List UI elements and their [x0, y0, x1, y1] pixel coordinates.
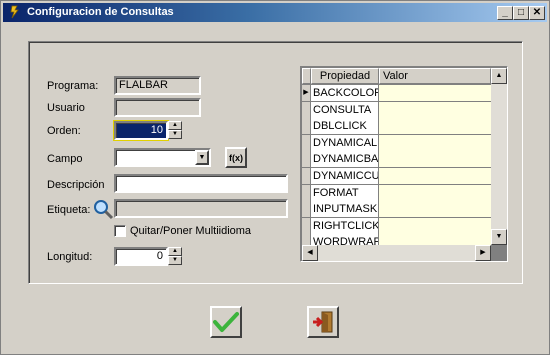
- etiqueta-label: Etiqueta:: [47, 204, 91, 216]
- row-selector[interactable]: [302, 184, 311, 202]
- property-value-cell[interactable]: [379, 118, 491, 136]
- grid-row[interactable]: DYNAMICBAC: [302, 151, 491, 169]
- property-value-cell[interactable]: [379, 168, 491, 185]
- property-value-cell[interactable]: [379, 85, 491, 102]
- exit-door-icon: [313, 311, 333, 333]
- property-value-cell[interactable]: [379, 134, 491, 152]
- magnifier-icon[interactable]: [92, 198, 114, 220]
- horizontal-scrollbar[interactable]: ◀ ▶: [302, 245, 491, 261]
- row-selector[interactable]: [302, 217, 311, 235]
- usuario-field: [114, 98, 201, 117]
- property-name-cell[interactable]: BACKCOLOR: [311, 85, 379, 102]
- maximize-button[interactable]: □: [513, 6, 529, 20]
- property-name-cell[interactable]: DBLCLICK: [311, 118, 379, 136]
- grid-row[interactable]: CONSULTA: [302, 101, 491, 119]
- grid-row[interactable]: ▶ BACKCOLOR: [302, 85, 491, 102]
- grid-row[interactable]: DYNAMICALIG: [302, 134, 491, 152]
- accept-button[interactable]: [210, 306, 242, 338]
- grid-row[interactable]: INPUTMASK: [302, 201, 491, 219]
- property-name-cell[interactable]: INPUTMASK: [311, 201, 379, 219]
- app-icon: [10, 5, 19, 19]
- column-header-valor[interactable]: Valor: [379, 68, 491, 84]
- formula-button[interactable]: f(x): [225, 147, 247, 168]
- property-value-cell[interactable]: [379, 201, 491, 219]
- multiidioma-checkbox[interactable]: [114, 225, 126, 237]
- window-title: Configuracion de Consultas: [27, 6, 174, 18]
- programa-label: Programa:: [47, 80, 99, 92]
- descripcion-label: Descripción: [47, 179, 105, 191]
- descripcion-field[interactable]: [114, 174, 288, 193]
- column-header-propiedad[interactable]: Propiedad: [311, 68, 379, 84]
- campo-label: Campo: [47, 153, 83, 165]
- scroll-left-icon[interactable]: ◀: [302, 245, 318, 261]
- grid-row[interactable]: FORMAT: [302, 184, 491, 202]
- orden-spinner[interactable]: ▲ ▼: [168, 121, 182, 140]
- property-name-cell[interactable]: RIGHTCLICK: [311, 217, 379, 235]
- row-selector[interactable]: [302, 134, 311, 152]
- vertical-scrollbar[interactable]: ▲ ▼: [491, 68, 507, 245]
- orden-label: Orden:: [47, 125, 81, 137]
- programa-field: FLALBAR: [114, 76, 201, 95]
- etiqueta-field: [114, 199, 288, 218]
- grid-row[interactable]: DYNAMICCUR: [302, 168, 491, 185]
- grid-row[interactable]: RIGHTCLICK: [302, 217, 491, 235]
- property-name-cell[interactable]: DYNAMICBAC: [311, 151, 379, 169]
- properties-grid: Propiedad Valor ▶ BACKCOLOR CONSULTA DBLCLI…: [300, 66, 508, 262]
- property-name-cell[interactable]: DYNAMICALIG: [311, 134, 379, 152]
- property-value-cell[interactable]: [379, 184, 491, 202]
- property-value-cell[interactable]: [379, 217, 491, 235]
- minimize-button[interactable]: _: [497, 6, 513, 20]
- row-selector[interactable]: [302, 201, 311, 219]
- grid-corner: [302, 68, 311, 84]
- spin-down-icon[interactable]: ▼: [168, 256, 182, 265]
- row-selector[interactable]: [302, 168, 311, 185]
- exit-button[interactable]: [307, 306, 339, 338]
- title-bar[interactable]: Configuracion de Consultas _ □ ✕: [3, 3, 547, 22]
- row-selector[interactable]: [302, 151, 311, 169]
- chevron-down-icon[interactable]: ▼: [195, 150, 209, 165]
- scroll-down-icon[interactable]: ▼: [491, 229, 507, 245]
- spin-up-icon[interactable]: ▲: [168, 247, 182, 256]
- longitud-label: Longitud:: [47, 251, 93, 263]
- current-row-indicator-icon[interactable]: ▶: [302, 85, 311, 102]
- multiidioma-label: Quitar/Poner Multiidioma: [130, 225, 252, 237]
- property-name-cell[interactable]: CONSULTA: [311, 101, 379, 119]
- property-value-cell[interactable]: [379, 151, 491, 169]
- longitud-field[interactable]: 0: [114, 247, 168, 266]
- spin-down-icon[interactable]: ▼: [168, 130, 182, 139]
- property-name-cell[interactable]: DYNAMICCUR: [311, 168, 379, 185]
- longitud-spinner[interactable]: ▲ ▼: [168, 247, 182, 266]
- spin-up-icon[interactable]: ▲: [168, 121, 182, 130]
- property-name-cell[interactable]: FORMAT: [311, 184, 379, 202]
- checkmark-icon: [213, 312, 239, 332]
- scroll-right-icon[interactable]: ▶: [475, 245, 491, 261]
- property-value-cell[interactable]: [379, 101, 491, 119]
- window: Configuracion de Consultas _ □ ✕ Program…: [0, 0, 550, 355]
- row-selector[interactable]: [302, 101, 311, 119]
- close-button[interactable]: ✕: [529, 6, 545, 20]
- orden-field[interactable]: 10: [113, 120, 169, 141]
- scroll-up-icon[interactable]: ▲: [491, 68, 507, 84]
- usuario-label: Usuario: [47, 102, 85, 114]
- grid-row[interactable]: DBLCLICK: [302, 118, 491, 136]
- row-selector[interactable]: [302, 118, 311, 136]
